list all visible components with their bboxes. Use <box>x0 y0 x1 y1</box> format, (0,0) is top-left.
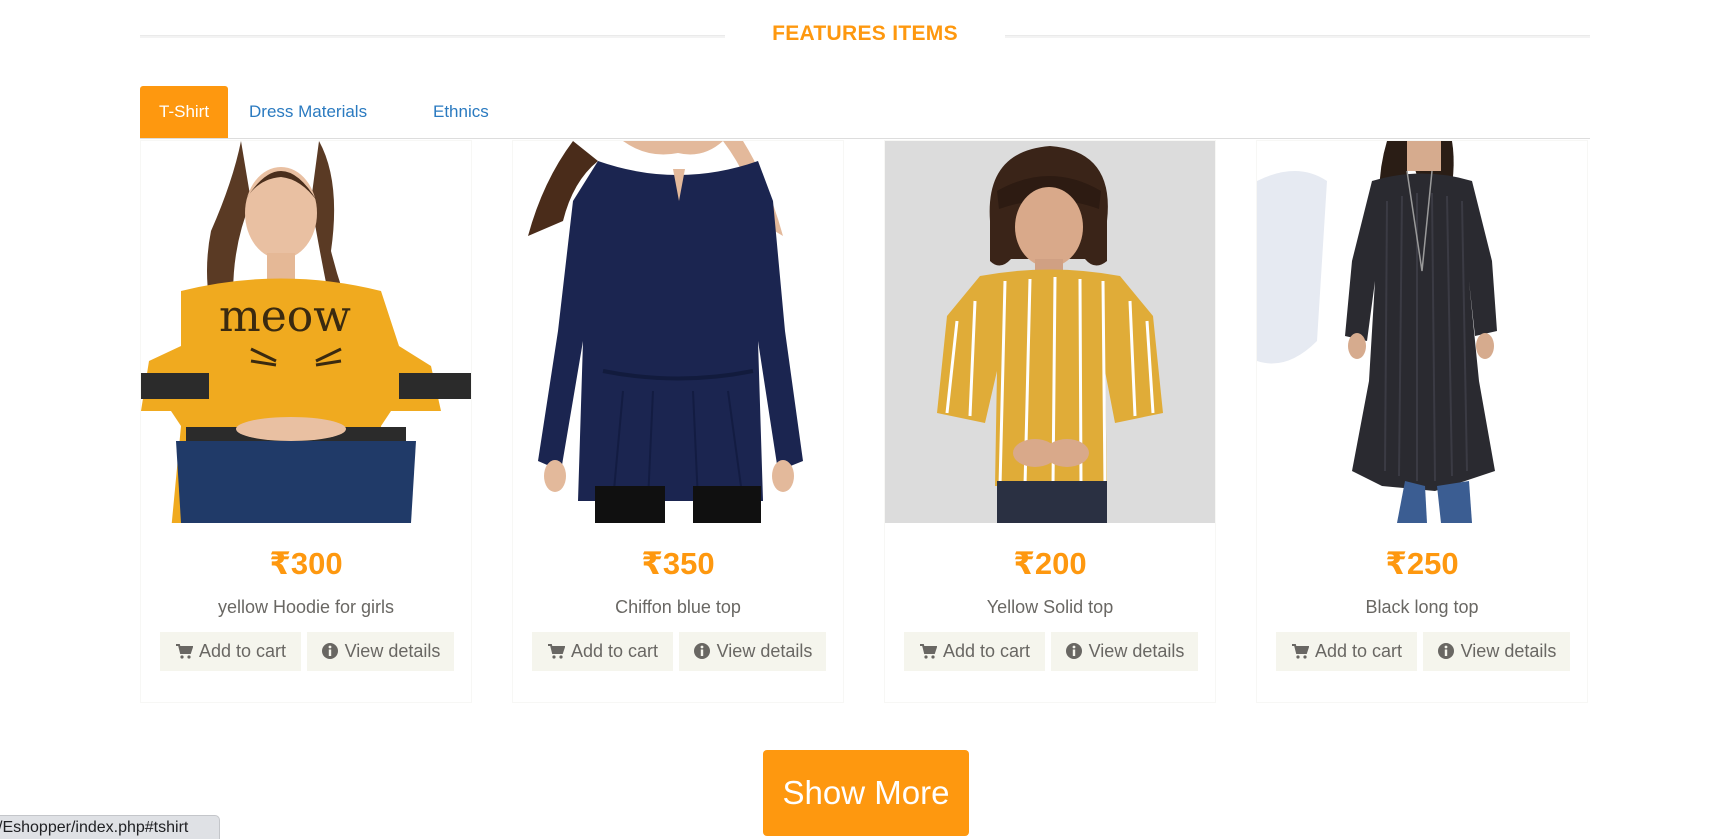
view-details-button[interactable]: View details <box>1423 632 1570 671</box>
shopping-cart-icon <box>547 644 565 659</box>
info-circle-icon <box>1437 643 1454 659</box>
product-price: ₹200 <box>1013 546 1087 581</box>
section-title: FEATURES ITEMS <box>772 22 958 45</box>
tab-t-shirt[interactable]: T-Shirt <box>140 86 229 138</box>
view-details-button[interactable]: View details <box>307 632 454 671</box>
section-header: FEATURES ITEMS <box>140 0 1590 70</box>
product-image[interactable] <box>1257 141 1587 523</box>
info-circle-icon <box>321 643 338 659</box>
add-to-cart-button[interactable]: Add to cart <box>1276 632 1417 671</box>
view-details-label: View details <box>1460 641 1557 661</box>
product-name: Chiffon blue top <box>615 597 741 617</box>
view-details-label: View details <box>344 641 441 661</box>
product-name: yellow Hoodie for girls <box>217 597 395 617</box>
category-tabs: T-Shirt Dress Materials Ethnics <box>140 86 1590 139</box>
add-to-cart-button[interactable]: Add to cart <box>532 632 673 671</box>
shopping-cart-icon <box>919 644 937 659</box>
product-price: ₹300 <box>269 546 343 581</box>
product-card: meow ₹300 yellow Hoodie for girls Add to… <box>140 140 472 703</box>
add-to-cart-label: Add to cart <box>570 641 659 661</box>
product-image[interactable] <box>513 141 843 523</box>
view-details-button[interactable]: View details <box>679 632 826 671</box>
product-price: ₹350 <box>641 546 715 581</box>
tab-ethnics[interactable]: Ethnics <box>414 86 508 138</box>
product-name: Yellow Solid top <box>986 597 1114 617</box>
tab-dress-materials[interactable]: Dress Materials <box>230 86 386 138</box>
info-circle-icon <box>693 643 710 659</box>
add-to-cart-button[interactable]: Add to cart <box>160 632 301 671</box>
product-price: ₹250 <box>1385 546 1459 581</box>
product-image[interactable]: meow <box>141 141 471 523</box>
shopping-cart-icon <box>1291 644 1309 659</box>
add-to-cart-label: Add to cart <box>1314 641 1403 661</box>
product-card: ₹250 Black long top Add to cart View det… <box>1256 140 1588 703</box>
product-image[interactable] <box>885 141 1215 523</box>
shopping-cart-icon <box>175 644 193 659</box>
product-name: Black long top <box>1365 597 1479 617</box>
product-card: ₹200 Yellow Solid top Add to cart View d… <box>884 140 1216 703</box>
add-to-cart-label: Add to cart <box>198 641 287 661</box>
add-to-cart-button[interactable]: Add to cart <box>904 632 1045 671</box>
svg-text:meow: meow <box>219 291 351 342</box>
view-details-label: View details <box>1088 641 1185 661</box>
info-circle-icon <box>1065 643 1082 659</box>
add-to-cart-label: Add to cart <box>942 641 1031 661</box>
show-more-button[interactable]: Show More <box>763 750 969 836</box>
view-details-button[interactable]: View details <box>1051 632 1198 671</box>
status-bar-url: /Eshopper/index.php#tshirt <box>0 815 220 839</box>
view-details-label: View details <box>716 641 813 661</box>
product-card: ₹350 Chiffon blue top Add to cart View d… <box>512 140 844 703</box>
title-divider-right <box>1005 35 1590 38</box>
features-items-section: FEATURES ITEMS T-Shirt Dress Materials E… <box>140 0 1590 703</box>
